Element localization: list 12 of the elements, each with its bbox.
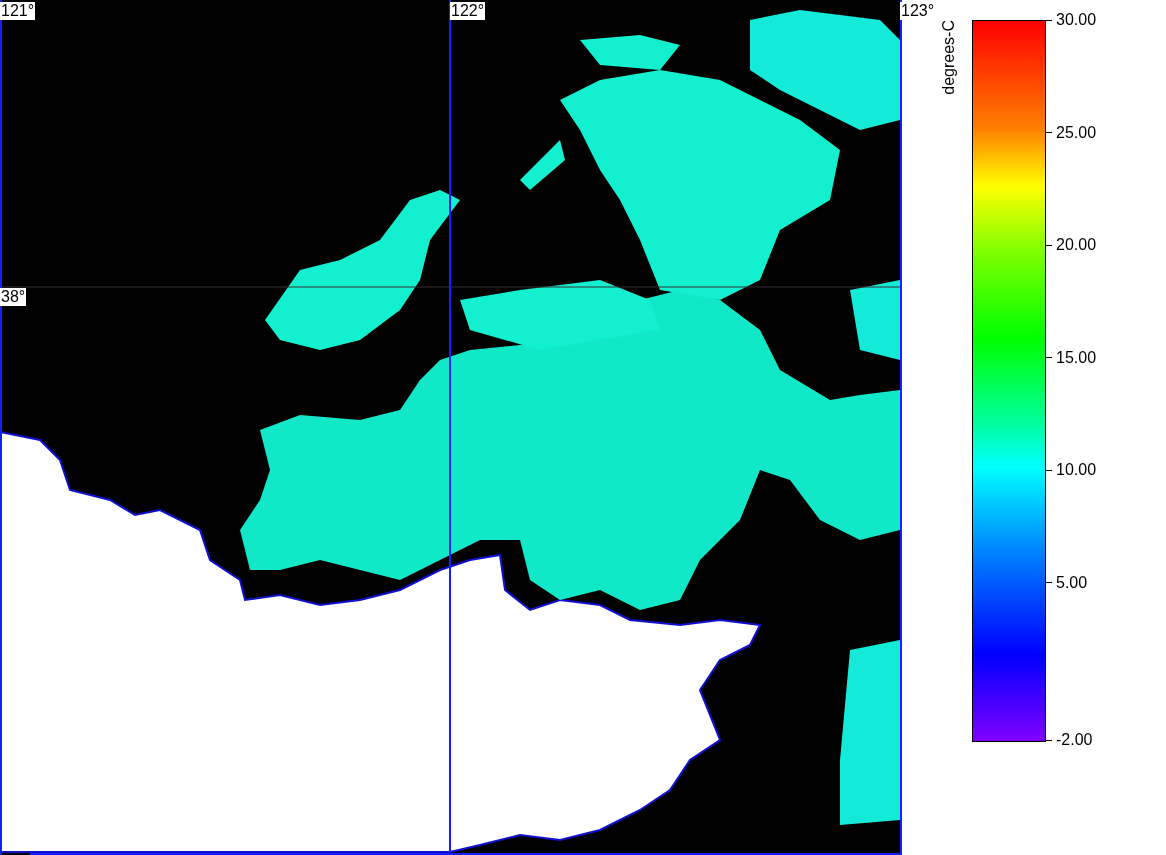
scale-tick-label: 5.00	[1056, 573, 1088, 592]
unit-label: degrees-C	[940, 20, 958, 95]
scale-tick-label: 25.00	[1056, 123, 1097, 142]
longitude-label: 123°	[900, 2, 936, 20]
longitude-label: 121°	[0, 2, 36, 20]
scale-tick-label: -2.00	[1056, 731, 1093, 749]
scale-tick-label: 30.00	[1056, 11, 1097, 29]
scale-tick-label: 15.00	[1056, 348, 1097, 367]
longitude-label: 122°	[450, 2, 486, 20]
scale-tick-label: 20.00	[1056, 236, 1097, 254]
latitude-label: 38°	[0, 288, 27, 306]
scale-tick-label: 10.00	[1056, 461, 1097, 479]
